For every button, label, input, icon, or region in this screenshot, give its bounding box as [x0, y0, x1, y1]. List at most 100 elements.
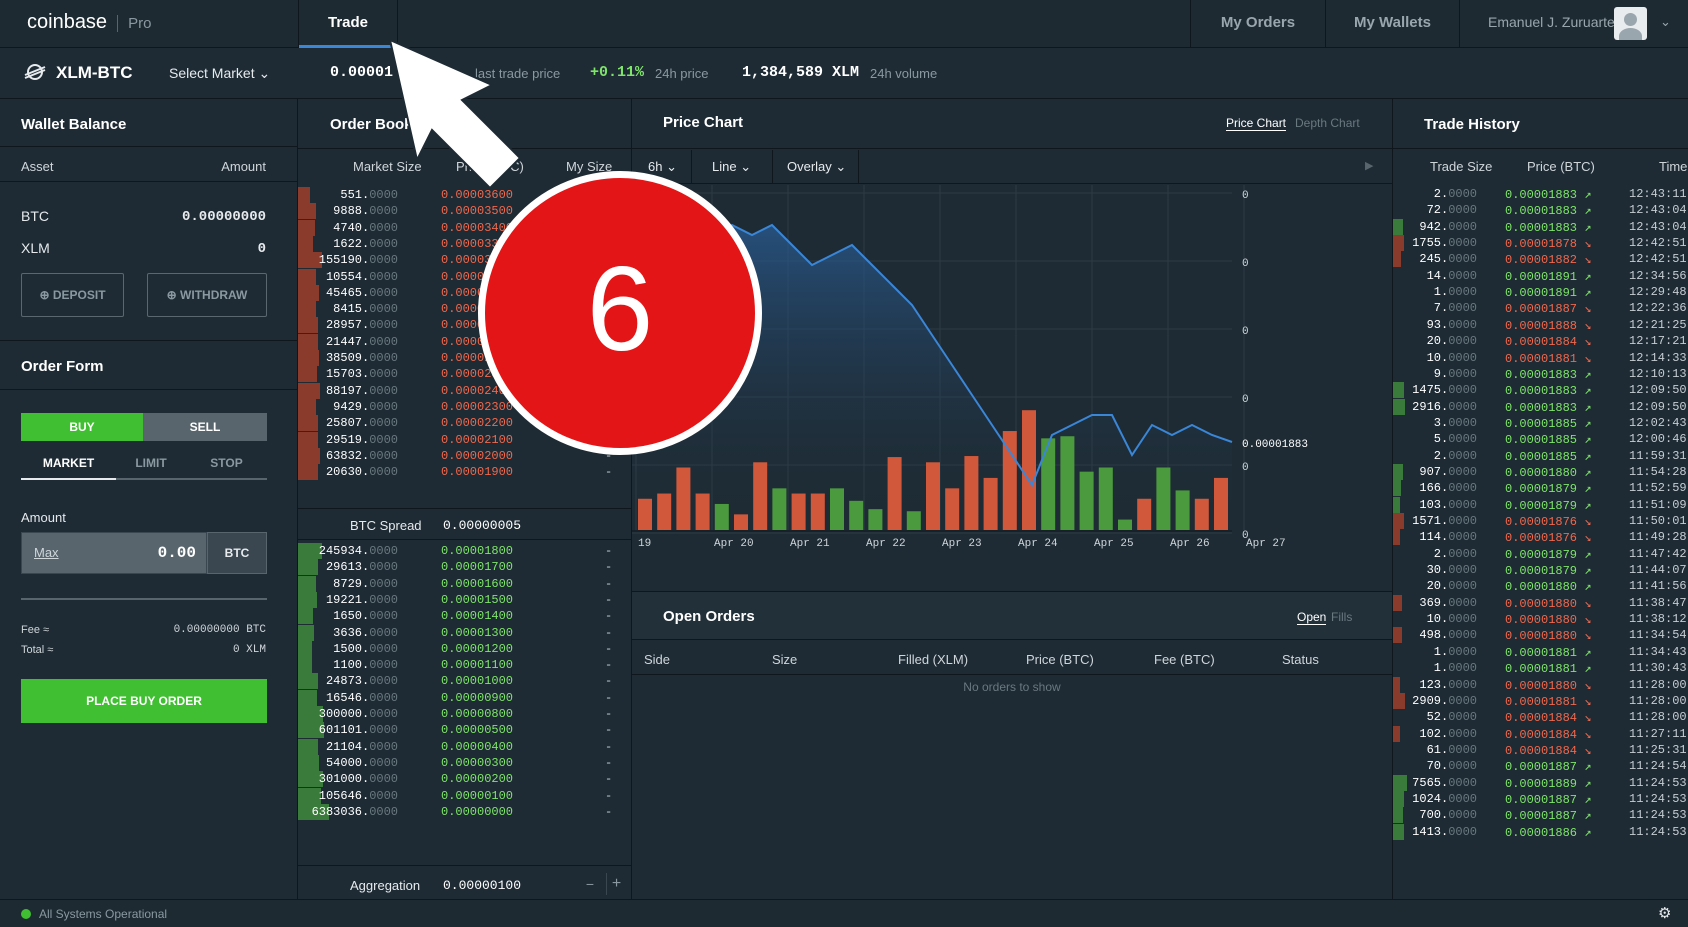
trade-volume-bar [1393, 235, 1405, 252]
order-book-row[interactable]: 54000.0000 0.00000300 - [298, 754, 612, 772]
amount-input[interactable]: Max 0.00 [21, 532, 207, 574]
order-book-row[interactable]: 245934.0000 0.00001800 - [298, 542, 612, 560]
tab-price-chart[interactable]: Price Chart [1226, 116, 1287, 131]
chevron-down-icon: ⌄ [740, 159, 752, 174]
coinbase-pro-logo[interactable]: coinbase Pro [27, 11, 152, 34]
status-bar: All Systems Operational ⚙ [0, 899, 1688, 927]
trade-time: 12:43:04 [1629, 219, 1687, 234]
trade-time: 11:28:00 [1629, 677, 1687, 692]
trade-price: 0.00001887 ↗ [1505, 809, 1592, 824]
size-decimals: 0000 [1448, 710, 1477, 725]
tab-fills[interactable]: Fills [1331, 610, 1352, 624]
order-type-tab-market[interactable]: MARKET [21, 456, 116, 480]
overlay-dropdown[interactable]: Overlay ⌄ [787, 159, 846, 175]
trade-price: 0.00001881 ↗ [1505, 645, 1592, 660]
granularity-label: 6h [648, 159, 663, 174]
order-book-row[interactable]: 29613.0000 0.00001700 - [298, 558, 612, 576]
trade-price: 0.00001885 ↗ [1505, 433, 1592, 448]
nav-my-wallets[interactable]: My Wallets [1325, 0, 1460, 48]
trade-size: 907.0000 [1419, 464, 1477, 479]
max-link[interactable]: Max [34, 545, 59, 560]
order-book-row[interactable]: 1650.0000 0.00001400 - [298, 607, 612, 625]
chevron-down-icon[interactable]: ⌄ [1660, 14, 1671, 30]
trade-row: 9.0000 0.00001883 ↗ 12:10:13 [1393, 365, 1688, 383]
spread-label: BTC Spread [350, 518, 422, 533]
order-book-row[interactable]: 105646.0000 0.00000100 - [298, 787, 612, 805]
gear-icon[interactable]: ⚙ [1658, 904, 1671, 922]
select-market-dropdown[interactable]: Select Market ⌄ [169, 65, 270, 82]
chart-type-dropdown[interactable]: Line ⌄ [712, 159, 751, 175]
granularity-dropdown[interactable]: 6h ⌄ [648, 159, 677, 175]
depth-bar [298, 366, 317, 383]
trade-time: 12:42:51 [1629, 236, 1687, 251]
order-book-row[interactable]: 24873.0000 0.00001000 - [298, 672, 612, 690]
size-decimals: 0000 [1448, 432, 1477, 447]
order-book-row[interactable]: 300000.0000 0.00000800 - [298, 705, 612, 723]
amount-label: Amount [21, 510, 66, 525]
size-decimals: 0000 [369, 399, 398, 414]
tab-depth-chart[interactable]: Depth Chart [1295, 116, 1360, 130]
deposit-button[interactable]: ⊕ DEPOSIT [21, 273, 124, 317]
market-size: 19221.0000 [325, 592, 398, 607]
order-book-row[interactable]: 19221.0000 0.00001500 - [298, 591, 612, 609]
price: 0.00001300 [441, 625, 514, 640]
size-decimals: 0000 [369, 416, 398, 431]
market-size: 25807.0000 [325, 416, 398, 431]
sell-toggle[interactable]: SELL [143, 413, 267, 441]
trade-size: 14.0000 [1426, 268, 1477, 283]
buy-toggle[interactable]: BUY [21, 413, 143, 441]
wallet-amount-xlm: 0 [257, 241, 266, 257]
trade-time: 12:42:51 [1629, 252, 1687, 267]
place-buy-order-button[interactable]: PLACE BUY ORDER [21, 679, 267, 723]
currency-select[interactable]: BTC [207, 532, 267, 574]
wallet-amount-btc: 0.00000000 [181, 209, 266, 225]
depth-bar [298, 657, 312, 674]
user-name[interactable]: Emanuel J. Zuruarte [1488, 14, 1615, 30]
chevron-down-icon: ⌄ [258, 65, 271, 81]
trade-row: 1571.0000 0.00001876 ↘ 11:50:01 [1393, 512, 1688, 530]
aggregation-increase-button[interactable]: + [606, 873, 626, 895]
order-book-row[interactable]: 301000.0000 0.00000200 - [298, 770, 612, 788]
market-size: 8729.0000 [333, 576, 398, 591]
trade-volume-bar [1393, 513, 1405, 529]
market-size: 54000.0000 [325, 755, 398, 770]
order-book-row[interactable]: 1500.0000 0.00001200 - [298, 640, 612, 658]
tab-open[interactable]: Open [1297, 610, 1327, 625]
order-book-row[interactable]: 6383036.0000 0.00000000 - [298, 803, 612, 821]
nav-my-orders[interactable]: My Orders [1190, 0, 1325, 48]
market-size: 1500.0000 [333, 641, 398, 656]
market-size: 4740.0000 [333, 220, 398, 235]
depth-bar [298, 738, 318, 755]
aggregation-value: 0.00000100 [443, 878, 522, 893]
trade-row: 52.0000 0.00001884 ↘ 11:28:00 [1393, 708, 1688, 726]
order-book-row[interactable]: 1100.0000 0.00001100 - [298, 656, 612, 674]
market-size: 28957.0000 [325, 318, 398, 333]
price: 0.00000400 [441, 739, 514, 754]
order-book-row[interactable]: 21104.0000 0.00000400 - [298, 738, 612, 756]
order-book-row[interactable]: 20630.0000 0.00001900 - [298, 463, 612, 481]
order-book-row[interactable]: 8729.0000 0.00001600 - [298, 575, 612, 593]
aggregation-decrease-button[interactable]: − [580, 873, 600, 895]
withdraw-button[interactable]: ⊕ WITHDRAW [147, 273, 267, 317]
play-icon[interactable]: ▶ [1365, 159, 1373, 172]
trade-size: 123.0000 [1419, 677, 1477, 692]
depth-bar [298, 268, 317, 285]
order-type-tab-limit[interactable]: LIMIT [116, 456, 186, 480]
trade-price: 0.00001880 ↘ [1505, 596, 1592, 611]
order-book-row[interactable]: 16546.0000 0.00000900 - [298, 689, 612, 707]
order-book-row[interactable]: 601101.0000 0.00000500 - [298, 721, 612, 739]
trade-price: 0.00001883 ↗ [1505, 400, 1592, 415]
size-decimals: 0000 [369, 302, 398, 317]
trade-time: 11:49:28 [1629, 530, 1687, 545]
market-size: 38509.0000 [325, 351, 398, 365]
col-filled: Filled (XLM) [898, 652, 969, 667]
market-bar: XLM-BTC Select Market ⌄ 0.00001 last tra… [0, 48, 1688, 99]
order-book-row[interactable]: 63832.0000 0.00002000- [298, 447, 612, 465]
size-decimals: 0000 [1448, 726, 1477, 741]
avatar[interactable] [1614, 7, 1647, 40]
order-book-row[interactable]: 3636.0000 0.00001300 - [298, 624, 612, 642]
depth-bar [298, 575, 316, 592]
order-type-tab-stop[interactable]: STOP [186, 456, 267, 480]
trade-time: 12:09:50 [1629, 399, 1687, 414]
order-form-title: Order Form [21, 358, 104, 375]
